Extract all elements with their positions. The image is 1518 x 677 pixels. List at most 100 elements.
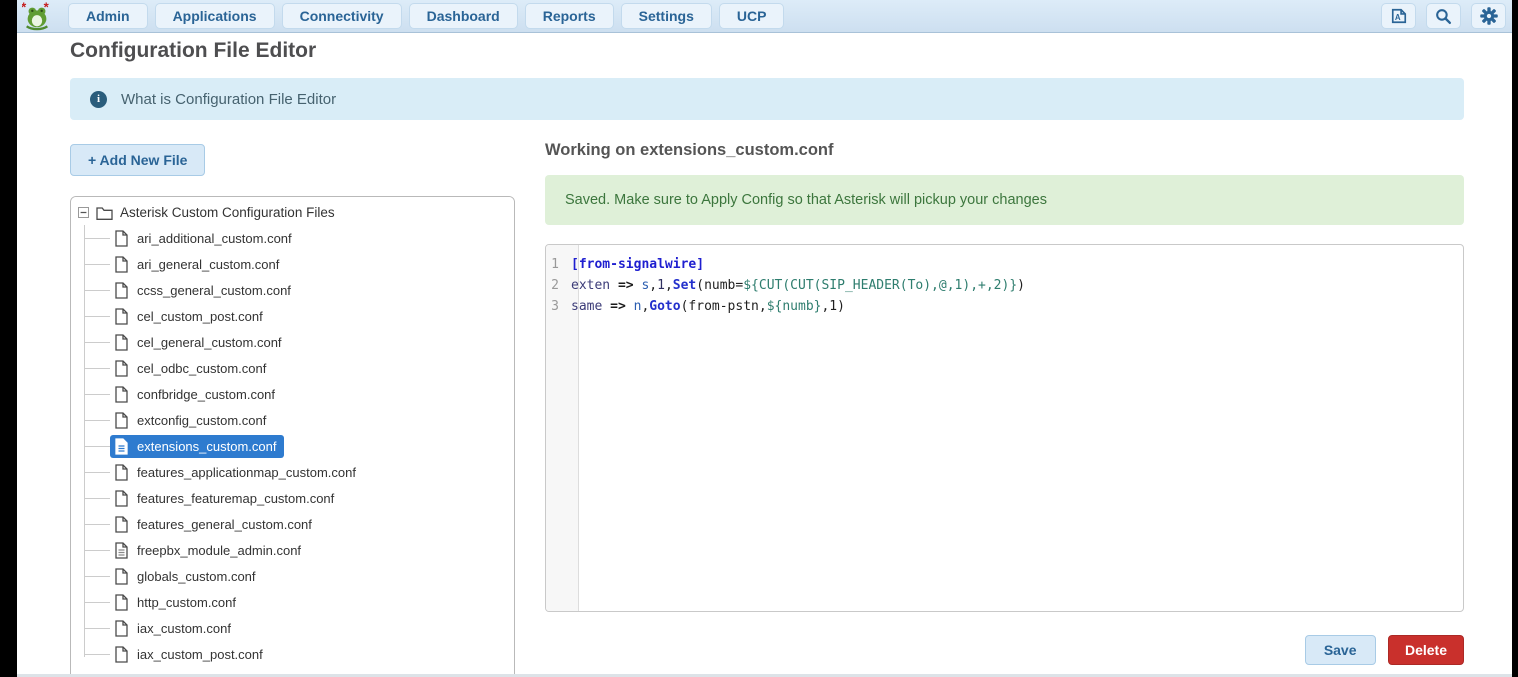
tree-item[interactable]: extensions_custom.conf [71, 433, 514, 459]
tree-connector-line [84, 446, 110, 447]
tree-item[interactable]: cel_custom_post.conf [71, 303, 514, 329]
tree-connector-line [84, 654, 110, 655]
code-editor[interactable]: 1[from-signalwire]2exten => s,1,Set(numb… [545, 244, 1464, 612]
tree-item[interactable]: freepbx_module_admin.conf [71, 537, 514, 563]
file-icon [114, 594, 129, 611]
nav-item-applications[interactable]: Applications [155, 3, 275, 29]
file-text-icon [114, 542, 129, 559]
settings-gear-icon [1479, 6, 1499, 26]
tree-item[interactable]: ari_additional_custom.conf [71, 225, 514, 251]
tree-item[interactable]: extconfig_custom.conf [71, 407, 514, 433]
file-icon [114, 412, 129, 429]
tree-item-content[interactable]: freepbx_module_admin.conf [110, 539, 309, 562]
tree-item-content[interactable]: cel_general_custom.conf [110, 331, 290, 354]
tree-item[interactable]: confbridge_custom.conf [71, 381, 514, 407]
tree-items: ari_additional_custom.conf ari_general_cu… [71, 225, 514, 667]
code-text: same => n,Goto(from-pstn,${numb},1) [571, 296, 845, 317]
tree-item-content[interactable]: http_custom.conf [110, 591, 244, 614]
tree-connector-line [84, 524, 110, 525]
freepbx-logo[interactable]: * * [22, 1, 52, 31]
tree-item-content[interactable]: globals_custom.conf [110, 565, 264, 588]
code-line[interactable]: 1[from-signalwire] [546, 254, 1463, 275]
tree-connector-line [84, 602, 110, 603]
tree-item-content[interactable]: extconfig_custom.conf [110, 409, 274, 432]
tree-item[interactable]: http_custom.conf [71, 589, 514, 615]
code-line[interactable]: 3same => n,Goto(from-pstn,${numb},1) [546, 296, 1463, 317]
file-icon [114, 516, 129, 533]
tree-connector-line [84, 628, 110, 629]
translate-icon: A [1389, 6, 1409, 26]
tree-item-content[interactable]: confbridge_custom.conf [110, 383, 283, 406]
page-title: Configuration File Editor [70, 39, 316, 63]
nav-item-reports[interactable]: Reports [525, 3, 614, 29]
tree-item[interactable]: ccss_general_custom.conf [71, 277, 514, 303]
file-icon [114, 256, 129, 273]
tree-item[interactable]: features_applicationmap_custom.conf [71, 459, 514, 485]
main-menu: Admin Applications Connectivity Dashboard Re… [68, 3, 784, 29]
tree-item-content[interactable]: iax_custom_post.conf [110, 643, 271, 666]
add-new-file-button[interactable]: + Add New File [70, 144, 205, 176]
saved-alert-text: Saved. Make sure to Apply Config so that… [565, 192, 1047, 208]
file-icon [114, 282, 129, 299]
tree-connector-line [84, 576, 110, 577]
code-lines[interactable]: 1[from-signalwire]2exten => s,1,Set(numb… [546, 245, 1463, 317]
save-button[interactable]: Save [1305, 635, 1376, 665]
search-icon [1434, 7, 1453, 26]
tree-item[interactable]: iax_custom_post.conf [71, 641, 514, 667]
tree-item-content[interactable]: ari_additional_custom.conf [110, 227, 300, 250]
tree-item[interactable]: cel_odbc_custom.conf [71, 355, 514, 381]
tree-item-content[interactable]: features_applicationmap_custom.conf [110, 461, 364, 484]
tree-connector-line [84, 290, 110, 291]
tree-item[interactable]: features_featuremap_custom.conf [71, 485, 514, 511]
line-number: 2 [546, 275, 571, 296]
nav-item-settings[interactable]: Settings [621, 3, 712, 29]
tree-item-content[interactable]: cel_custom_post.conf [110, 305, 271, 328]
tree-root-label: Asterisk Custom Configuration Files [120, 205, 335, 220]
search-button[interactable] [1426, 3, 1461, 29]
code-text: exten => s,1,Set(numb=${CUT(CUT(SIP_HEAD… [571, 275, 1025, 296]
settings-button[interactable] [1471, 3, 1506, 29]
collapse-expander-icon[interactable] [78, 207, 89, 218]
nav-item-admin[interactable]: Admin [68, 3, 148, 29]
nav-item-connectivity[interactable]: Connectivity [282, 3, 402, 29]
tree-item-label: extensions_custom.conf [137, 439, 276, 454]
info-banner[interactable]: i What is Configuration File Editor [70, 78, 1464, 120]
file-tree-panel: Asterisk Custom Configuration Files ari_… [70, 196, 515, 677]
tree-item-content[interactable]: ari_general_custom.conf [110, 253, 287, 276]
tree-item-label: ccss_general_custom.conf [137, 283, 291, 298]
tree-item[interactable]: globals_custom.conf [71, 563, 514, 589]
tree-item-label: features_applicationmap_custom.conf [137, 465, 356, 480]
tree-item-content[interactable]: cel_odbc_custom.conf [110, 357, 274, 380]
tree-item-label: ari_additional_custom.conf [137, 231, 292, 246]
translate-button[interactable]: A [1381, 3, 1416, 29]
file-icon [114, 568, 129, 585]
tree-connector-line [84, 472, 110, 473]
file-icon [114, 620, 129, 637]
line-number: 3 [546, 296, 571, 317]
code-line[interactable]: 2exten => s,1,Set(numb=${CUT(CUT(SIP_HEA… [546, 275, 1463, 296]
nav-item-dashboard[interactable]: Dashboard [409, 3, 518, 29]
tree-item[interactable]: ari_general_custom.conf [71, 251, 514, 277]
tree-item[interactable]: iax_custom.conf [71, 615, 514, 641]
tree-root-node[interactable]: Asterisk Custom Configuration Files [71, 197, 514, 225]
nav-item-ucp[interactable]: UCP [719, 3, 785, 29]
svg-text:*: * [22, 1, 27, 14]
file-icon [114, 334, 129, 351]
line-number: 1 [546, 254, 571, 275]
code-text: [from-signalwire] [571, 254, 704, 275]
tree-connector-line [84, 420, 110, 421]
tree-item-content[interactable]: ccss_general_custom.conf [110, 279, 299, 302]
tree-connector-line [84, 342, 110, 343]
tree-item-label: iax_custom.conf [137, 621, 231, 636]
tree-item-label: cel_general_custom.conf [137, 335, 282, 350]
tree-item-content[interactable]: features_featuremap_custom.conf [110, 487, 342, 510]
file-icon [114, 646, 129, 663]
tree-item[interactable]: features_general_custom.conf [71, 511, 514, 537]
tree-item-selected[interactable]: extensions_custom.conf [110, 435, 284, 458]
tree-item[interactable]: cel_general_custom.conf [71, 329, 514, 355]
tree-item-content[interactable]: iax_custom.conf [110, 617, 239, 640]
delete-button[interactable]: Delete [1388, 635, 1464, 665]
tree-item-content[interactable]: features_general_custom.conf [110, 513, 320, 536]
tree-item-label: cel_custom_post.conf [137, 309, 263, 324]
tree-item-label: http_custom.conf [137, 595, 236, 610]
